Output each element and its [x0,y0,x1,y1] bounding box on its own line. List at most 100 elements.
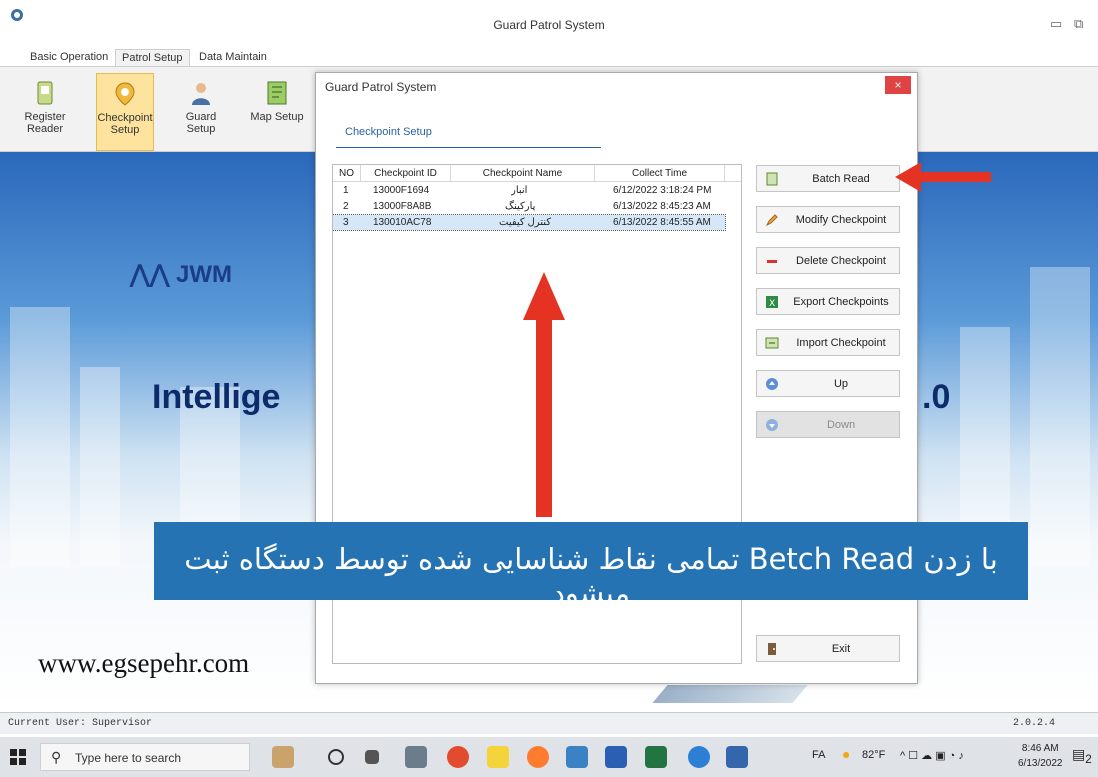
file-explorer-icon[interactable] [566,746,588,768]
search-placeholder: Type here to search [75,751,182,765]
weather-widget-icon[interactable] [272,746,294,768]
register-reader-label: Register Reader [24,111,66,135]
notification-count: 2 [1085,752,1092,766]
app-version: 2.0.2.4 [1013,718,1056,729]
column-header-no[interactable]: NO [333,165,361,182]
road-decoration [652,685,808,703]
current-user-status: Current User: Supervisor [8,718,153,729]
exit-label: Exit [831,643,851,655]
map-icon [267,81,287,105]
cell-checkpoint-name: پارکینگ [505,201,536,212]
chrome-icon[interactable] [447,746,469,768]
column-header-collect-time[interactable]: Collect Time [595,165,725,182]
table-row[interactable]: 1 13000F1694 انبار 6/12/2022 3:18:24 PM [333,183,725,198]
splash-version: .0 [922,378,951,416]
batch-read-button[interactable]: Batch Read [756,165,900,192]
column-header-checkpoint-name[interactable]: Checkpoint Name [451,165,595,182]
caption-text: با زدن Betch Read تمامی نقاط شناسایی شده… [184,542,998,610]
weather-sun-icon: ● [842,746,851,762]
building-shape [80,367,120,567]
import-icon [765,337,779,349]
pencil-icon [765,214,778,227]
building-shape [10,307,70,567]
clock[interactable]: 8:46 AM 6/13/2022 [1018,741,1063,771]
ribbon-tabs: Basic Operation Patrol Setup Data Mainta… [0,46,1098,68]
map-setup-button[interactable]: Map Setup [248,73,306,151]
language-indicator[interactable]: FA [812,749,825,761]
exit-door-icon [768,643,776,655]
checkpoint-pin-icon [115,82,135,106]
cell-checkpoint-id: 13000F1694 [373,185,430,196]
modify-checkpoint-button[interactable]: Modify Checkpoint [756,206,900,233]
red-arrow-up [523,272,565,517]
cell-checkpoint-name: کنترل کیفیت [499,217,552,228]
dialog-close-button[interactable]: × [885,76,911,94]
export-checkpoints-button[interactable]: X Export Checkpoints [756,288,900,315]
app-icon[interactable] [405,746,427,768]
red-arrow-left [895,162,991,192]
browser-icon[interactable] [688,746,710,768]
checkpoint-setup-label: Checkpoint Setup [97,112,153,136]
svg-text:X: X [769,299,775,309]
table-row-selected[interactable]: 3 130010AC78 کنترل کیفیت 6/13/2022 8:45:… [333,214,726,231]
jwm-logo: ⋀⋀ JWM [130,261,233,288]
cell-no: 2 [343,201,349,212]
modify-checkpoint-label: Modify Checkpoint [795,214,887,226]
status-bar: Current User: Supervisor 2.0.2.4 [0,712,1098,734]
taskbar-search-input[interactable]: ⚲ Type here to search [40,743,250,771]
cell-collect-time: 6/13/2022 8:45:23 AM [613,201,711,212]
splash-headline: Intellige [152,378,281,416]
delete-checkpoint-label: Delete Checkpoint [796,255,886,267]
import-checkpoint-label: Import Checkpoint [796,337,886,349]
windows-start-icon[interactable] [10,749,26,765]
cell-checkpoint-id: 130010AC78 [373,217,432,228]
exit-button[interactable]: Exit [756,635,900,662]
minus-icon [767,260,777,263]
dialog-title: Guard Patrol System [325,80,437,94]
firefox-icon[interactable] [527,746,549,768]
section-divider [336,147,601,148]
register-reader-icon [37,81,53,105]
table-row[interactable]: 2 13000F8A8B پارکینگ 6/13/2022 8:45:23 A… [333,199,725,214]
delete-checkpoint-button[interactable]: Delete Checkpoint [756,247,900,274]
table-header: NO Checkpoint ID Checkpoint Name Collect… [333,165,741,182]
down-label: Down [826,419,856,431]
notification-icon[interactable]: ▤2 [1072,746,1092,766]
checkpoint-setup-button[interactable]: Checkpoint Setup [96,73,154,151]
up-button[interactable]: Up [756,370,900,397]
cortana-icon[interactable] [328,749,344,765]
arrow-down-icon [766,419,778,431]
guard-setup-button[interactable]: Guard Setup [172,73,230,151]
word-icon[interactable] [605,746,627,768]
map-setup-label: Map Setup [250,111,304,123]
batch-read-icon [766,172,778,186]
clock-date: 6/13/2022 [1018,758,1063,769]
clock-time: 8:46 AM [1021,743,1059,754]
up-label: Up [833,378,849,390]
guard-patrol-taskbar-icon[interactable] [726,746,748,768]
temperature[interactable]: 82°F [862,749,885,761]
column-header-checkpoint-id[interactable]: Checkpoint ID [361,165,451,182]
taskbar: ⚲ Type here to search FA ● 82°F ^ ☐ ☁ ▣ … [0,737,1098,777]
caption-banner: با زدن Betch Read تمامی نقاط شناسایی شده… [154,522,1028,610]
register-reader-button[interactable]: Register Reader [16,73,74,151]
cell-collect-time: 6/13/2022 8:45:55 AM [613,217,711,228]
task-view-icon[interactable] [365,750,379,764]
window-title: Guard Patrol System [493,18,605,32]
building-shape [1030,267,1090,567]
guard-setup-label: Guard Setup [185,111,217,135]
sticky-notes-icon[interactable] [487,746,509,768]
minimize-icon[interactable]: ▭ [1050,16,1062,32]
import-checkpoint-button[interactable]: Import Checkpoint [756,329,900,356]
arrow-up-icon [766,378,778,390]
cell-checkpoint-name: انبار [511,185,528,196]
tray-icons[interactable]: ^ ☐ ☁ ▣ ◔ ♪ [900,749,964,762]
restore-icon[interactable]: ⧉ [1074,16,1083,32]
down-button[interactable]: Down [756,411,900,438]
title-bar: Guard Patrol System ▭ ⧉ [0,0,1098,46]
guard-person-icon [192,83,210,105]
excel-icon: X [766,296,778,309]
cell-checkpoint-id: 13000F8A8B [373,201,432,212]
section-title: Checkpoint Setup [345,126,432,138]
excel-taskbar-icon[interactable] [645,746,667,768]
